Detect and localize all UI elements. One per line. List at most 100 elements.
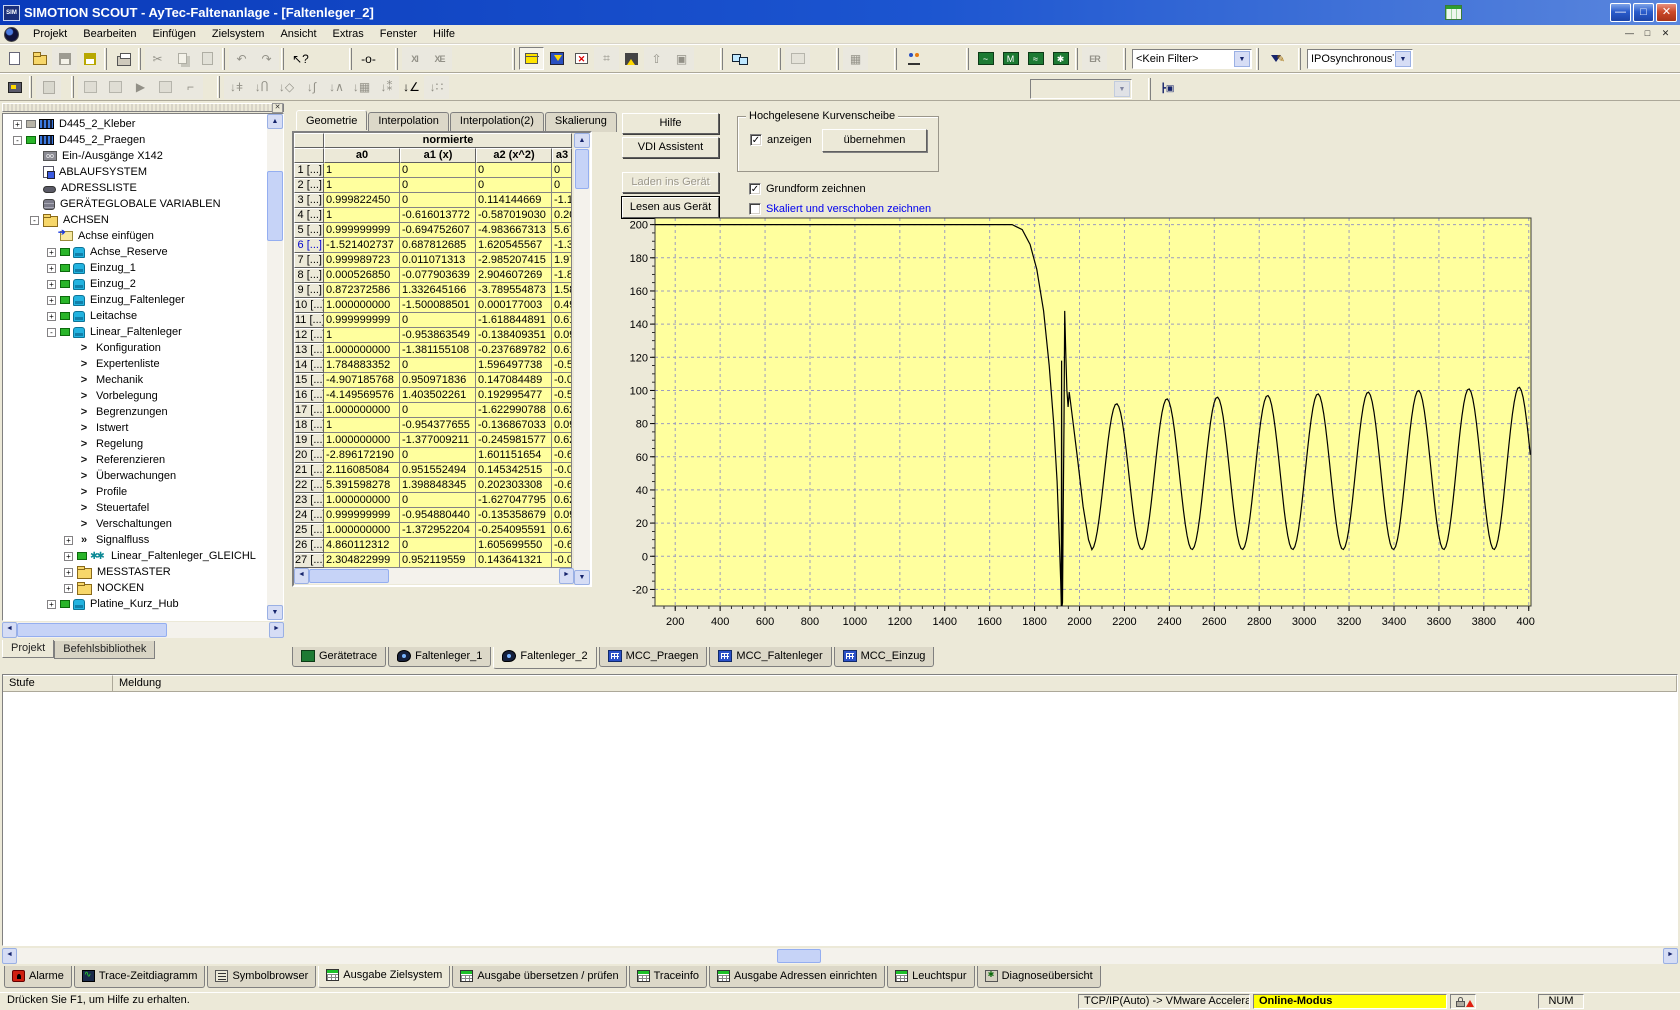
expand-plus-icon[interactable]: + <box>47 264 56 273</box>
cell-a2[interactable]: -0.138409351 <box>476 328 552 343</box>
tree-item-platine-kurz-hub[interactable]: +Platine_Kurz_Hub <box>3 596 267 612</box>
tree-item-ger-teglobale-variablen[interactable]: GERÄTEGLOBALE VARIABLEN <box>3 196 267 212</box>
tree-scroll-left-button[interactable]: ◄ <box>2 622 17 638</box>
expand-plus-icon[interactable]: + <box>13 120 22 129</box>
insert-meas-button[interactable]: ↓∧ <box>324 76 349 99</box>
row-header-button-4[interactable]: 4 [...] <box>294 208 324 223</box>
navigator-close-icon[interactable]: ✕ <box>272 103 283 113</box>
row-header-button-16[interactable]: 16 [...] <box>294 388 324 403</box>
cell-a2[interactable]: 0 <box>476 178 552 193</box>
expand-plus-icon[interactable]: + <box>64 536 73 545</box>
checkbox-grundform-zeichnen[interactable]: ✓ <box>749 183 761 195</box>
expand-plus-icon[interactable]: + <box>64 568 73 577</box>
row-header-button-18[interactable]: 18 [...] <box>294 418 324 433</box>
table-scroll-left-button[interactable]: ◄ <box>294 568 309 584</box>
cell-a0[interactable]: -1.521402737 <box>324 238 400 253</box>
cell-a0[interactable]: 1.000000000 <box>324 298 400 313</box>
tree-item-messtaster[interactable]: +MESSTASTER <box>3 564 267 580</box>
tree-item-achsen[interactable]: -ACHSEN <box>3 212 267 228</box>
cell-a3[interactable]: 0 <box>552 163 572 178</box>
cell-a2[interactable]: 0.192995477 <box>476 388 552 403</box>
load-to-pg-button[interactable]: ⇧ <box>644 47 669 70</box>
tree-item-leitachse[interactable]: +Leitachse <box>3 308 267 324</box>
print-button[interactable] <box>111 47 136 70</box>
cell-a2[interactable]: -3.789554873 <box>476 283 552 298</box>
drive-navigator-button[interactable] <box>36 76 61 99</box>
child-restore-button[interactable]: □ <box>1639 27 1656 41</box>
tree-item-achse-einf-gen[interactable]: Achse einfügen <box>3 228 267 244</box>
paste-button[interactable] <box>195 47 220 70</box>
cell-a0[interactable]: 5.391598278 <box>324 478 400 493</box>
cell-a3[interactable]: -0.601 <box>552 448 572 463</box>
cell-a3[interactable]: -0.5964 <box>552 358 572 373</box>
table-scroll-thumb[interactable] <box>575 149 589 189</box>
tree-item-begrenzungen[interactable]: >Begrenzungen <box>3 404 267 420</box>
cell-a3[interactable]: 0.2030 <box>552 208 572 223</box>
cell-a0[interactable]: 1.000000000 <box>324 523 400 538</box>
tree-item-signalfluss[interactable]: +»Signalfluss <box>3 532 267 548</box>
output-tab-diagnose-bersicht[interactable]: Diagnoseübersicht <box>977 966 1101 988</box>
editor-tab-interpolation[interactable]: Interpolation <box>368 112 449 132</box>
filter-edit-button[interactable] <box>1263 47 1288 70</box>
cell-a1[interactable]: -0.077903639 <box>400 268 476 283</box>
row-header-button-15[interactable]: 15 [...] <box>294 373 324 388</box>
hilfe-button[interactable]: Hilfe <box>622 113 719 134</box>
doc-tab-ger-tetrace[interactable]: Gerätetrace <box>292 647 386 667</box>
tree-scroll-thumb[interactable] <box>267 171 283 241</box>
cell-a0[interactable]: 2.116085084 <box>324 463 400 478</box>
output-tab-ausgabe-bersetzen-pr-fen[interactable]: Ausgabe übersetzen / prüfen <box>452 966 626 988</box>
output-tab-symbolbrowser[interactable]: Symbolbrowser <box>207 966 316 988</box>
output-tab-alarme[interactable]: Alarme <box>4 966 72 988</box>
cell-a1[interactable]: -0.954880440 <box>400 508 476 523</box>
cell-a1[interactable]: 0.950971836 <box>400 373 476 388</box>
child-close-button[interactable]: ✕ <box>1657 27 1674 41</box>
xi-button[interactable]: XI <box>402 47 427 70</box>
tree-scroll-right-button[interactable]: ► <box>269 622 284 638</box>
editor-tab-interpolation-2-[interactable]: Interpolation(2) <box>450 112 544 132</box>
cell-a1[interactable]: -1.377009211 <box>400 433 476 448</box>
tree-item-istwert[interactable]: >Istwert <box>3 420 267 436</box>
row-header-button-3[interactable]: 3 [...] <box>294 193 324 208</box>
doc-tab-mcc-faltenleger[interactable]: MCC_Faltenleger <box>709 647 831 667</box>
cell-a0[interactable]: 1.000000000 <box>324 433 400 448</box>
editor-tab-skalierung[interactable]: Skalierung <box>545 112 617 132</box>
child-window-icon[interactable] <box>4 27 19 42</box>
cell-a2[interactable]: -4.983667313 <box>476 223 552 238</box>
row-header-button-20[interactable]: 20 [...] <box>294 448 324 463</box>
table-horizontal-scrollbar[interactable]: ◄► <box>294 568 574 584</box>
row-header-button-1[interactable]: 1 [...] <box>294 163 324 178</box>
download-target-button[interactable] <box>544 47 569 70</box>
cell-a3[interactable]: -1.8273 <box>552 268 572 283</box>
cell-a1[interactable]: -0.954377655 <box>400 418 476 433</box>
cell-a2[interactable]: -0.135358679 <box>476 508 552 523</box>
column-header-a1[interactable]: a1 (x) <box>400 148 476 163</box>
expand-plus-icon[interactable]: + <box>64 552 73 561</box>
cell-a0[interactable]: 0.000526850 <box>324 268 400 283</box>
expand-project-tree-button[interactable]: ┣▣ <box>1155 77 1180 100</box>
row-header-button-5[interactable]: 5 [...] <box>294 223 324 238</box>
tree-item-d445-2-kleber[interactable]: +D445_2_Kleber <box>3 116 267 132</box>
tree-item-mechanik[interactable]: >Mechanik <box>3 372 267 388</box>
laden-ins-geraet-button[interactable]: Laden ins Gerät <box>622 172 719 193</box>
row-header-button-7[interactable]: 7 [...] <box>294 253 324 268</box>
cell-a2[interactable]: 0.143641321 <box>476 553 552 568</box>
table-scroll-right-button[interactable]: ► <box>559 568 574 584</box>
output-scroll-right-button[interactable]: ► <box>1663 948 1678 964</box>
cell-a1[interactable]: 0 <box>400 163 476 178</box>
output-scroll-left-button[interactable]: ◄ <box>2 948 17 964</box>
close-button[interactable]: ✕ <box>1656 3 1677 22</box>
device-display-button[interactable] <box>785 47 810 70</box>
row-header-button-22[interactable]: 22 [...] <box>294 478 324 493</box>
cell-a1[interactable]: 0 <box>400 538 476 553</box>
insert-curve-button[interactable]: ↓∫ <box>299 76 324 99</box>
cell-a2[interactable]: -2.985207415 <box>476 253 552 268</box>
cell-a1[interactable]: 0.011071313 <box>400 253 476 268</box>
cell-a2[interactable]: 0.145342515 <box>476 463 552 478</box>
tree-item-expertenliste[interactable]: >Expertenliste <box>3 356 267 372</box>
tree-item-referenzieren[interactable]: >Referenzieren <box>3 452 267 468</box>
cell-a3[interactable]: 1.5845 <box>552 283 572 298</box>
doc-tab-faltenleger-2[interactable]: Faltenleger_2 <box>493 647 596 669</box>
cell-a3[interactable]: 0.6188 <box>552 313 572 328</box>
commissioning-button[interactable]: ⌐ <box>178 76 203 99</box>
minimize-button[interactable]: — <box>1610 3 1631 22</box>
